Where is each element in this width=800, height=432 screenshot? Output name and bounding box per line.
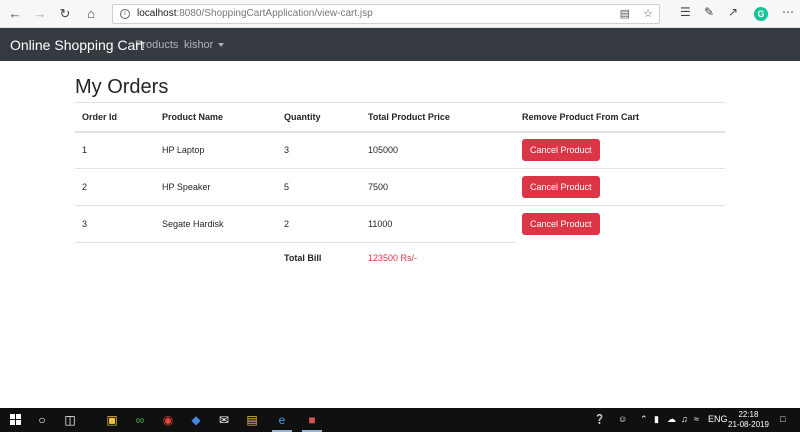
table-row: 3 Segate Hardisk 2 11000 Cancel Product: [75, 205, 725, 243]
table-row: 2 HP Speaker 5 7500 Cancel Product: [75, 168, 725, 206]
notifications-icon[interactable]: □: [780, 414, 785, 424]
page-title: My Orders: [75, 76, 169, 98]
order-id-cell: 1: [75, 131, 155, 169]
url-path: :8080/ShoppingCartApplication/view-cart.…: [176, 8, 373, 19]
total-bill-label: Total Bill: [284, 252, 322, 263]
product-name-cell: Segate Hardisk: [155, 205, 277, 243]
cloud-icon[interactable]: ☁: [667, 414, 676, 425]
header-product-name: Product Name: [155, 102, 277, 133]
empty-cell: [155, 243, 277, 273]
header-total-product-price: Total Product Price: [361, 102, 515, 133]
pen-icon[interactable]: ✎: [704, 5, 714, 19]
nav-link-products[interactable]: Products: [135, 39, 178, 51]
home-icon[interactable]: ⌂: [84, 7, 98, 21]
windows-start-icon[interactable]: [10, 414, 22, 426]
grammarly-extension-icon[interactable]: G: [754, 7, 768, 21]
language-indicator[interactable]: ENG: [708, 414, 728, 424]
favorites-hub-icon[interactable]: ☰: [680, 5, 691, 19]
dropbox-icon[interactable]: ◆: [188, 412, 204, 428]
store-icon[interactable]: ▣: [104, 412, 120, 428]
forward-arrow-icon[interactable]: →: [33, 7, 47, 21]
wifi-icon[interactable]: ≈: [694, 414, 699, 424]
empty-cell: [75, 243, 155, 273]
price-cell: 105000: [361, 131, 515, 169]
show-hidden-icons-chevron-icon[interactable]: ⌃: [640, 414, 648, 425]
battery-icon[interactable]: ▮: [654, 414, 659, 425]
action-cell: Cancel Product: [515, 206, 725, 243]
file-explorer-icon[interactable]: ▤: [244, 412, 260, 428]
total-row: Total Bill 123500 Rs/-: [75, 243, 725, 273]
action-cell: Cancel Product: [515, 131, 725, 169]
url-host: localhost: [137, 8, 177, 19]
orders-table: Order Id Product Name Quantity Total Pro…: [75, 102, 725, 273]
clock-date: 21-08-2019: [728, 420, 769, 429]
navbar-brand[interactable]: Online Shopping Cart: [10, 37, 144, 53]
volume-icon[interactable]: ♫: [681, 414, 688, 424]
price-cell: 7500: [361, 168, 515, 206]
quantity-cell: 5: [277, 168, 361, 206]
user-dropdown[interactable]: kishor: [184, 39, 225, 51]
table-row: 1 HP Laptop 3 105000 Cancel Product: [75, 131, 725, 169]
mail-icon[interactable]: ✉: [216, 412, 232, 428]
share-icon[interactable]: ↗: [728, 5, 738, 19]
game-app-icon[interactable]: ■: [304, 412, 320, 428]
refresh-icon[interactable]: ↻: [58, 7, 72, 21]
caret-down-icon: [218, 43, 225, 48]
order-id-cell: 3: [75, 205, 155, 243]
total-bill-value: 123500 Rs/-: [368, 252, 418, 263]
cancel-product-button[interactable]: Cancel Product: [522, 213, 600, 236]
cancel-product-button[interactable]: Cancel Product: [522, 139, 600, 162]
reading-view-icon[interactable]: ▤: [620, 8, 630, 20]
app-navbar: Online Shopping Cart Products kishor: [0, 28, 800, 61]
task-view-icon[interactable]: ◫: [62, 412, 78, 428]
user-dropdown-label: kishor: [184, 39, 214, 51]
system-clock[interactable]: 22:18 21-08-2019: [728, 410, 769, 430]
address-bar[interactable]: i localhost:8080/ShoppingCartApplication…: [112, 4, 660, 24]
people-icon[interactable]: ☺: [618, 414, 627, 424]
infinity-app-icon[interactable]: ∞: [132, 412, 148, 428]
action-cell: Cancel Product: [515, 168, 725, 206]
empty-cell: [515, 243, 725, 273]
help-icon[interactable]: ❔: [594, 414, 605, 425]
browser-toolbar: ← → ↻ ⌂ i localhost:8080/ShoppingCartApp…: [0, 0, 800, 28]
table-header-row: Order Id Product Name Quantity Total Pro…: [75, 102, 725, 133]
quantity-cell: 3: [277, 131, 361, 169]
header-remove-product: Remove Product From Cart: [515, 102, 725, 133]
windows-taskbar: ○ ◫ ▣ ∞ ◉ ◆ ✉ ▤ e ■ ❔ ☺ ⌃ ▮ ☁ ♫ ≈ ENG 22…: [0, 408, 800, 432]
favorite-star-icon[interactable]: ☆: [643, 8, 653, 20]
product-name-cell: HP Speaker: [155, 168, 277, 206]
header-quantity: Quantity: [277, 102, 361, 133]
quantity-cell: 2: [277, 205, 361, 243]
cortana-search-icon[interactable]: ○: [34, 412, 50, 428]
chrome-icon[interactable]: ◉: [160, 412, 176, 428]
price-cell: 11000: [361, 205, 515, 243]
back-arrow-icon[interactable]: ←: [8, 7, 22, 21]
product-name-cell: HP Laptop: [155, 131, 277, 169]
cancel-product-button[interactable]: Cancel Product: [522, 176, 600, 198]
info-icon[interactable]: i: [120, 9, 130, 19]
order-id-cell: 2: [75, 168, 155, 206]
clock-time: 22:18: [738, 410, 759, 419]
header-order-id: Order Id: [75, 102, 155, 133]
more-menu-icon[interactable]: ⋯: [782, 5, 794, 19]
edge-icon[interactable]: e: [274, 412, 290, 428]
